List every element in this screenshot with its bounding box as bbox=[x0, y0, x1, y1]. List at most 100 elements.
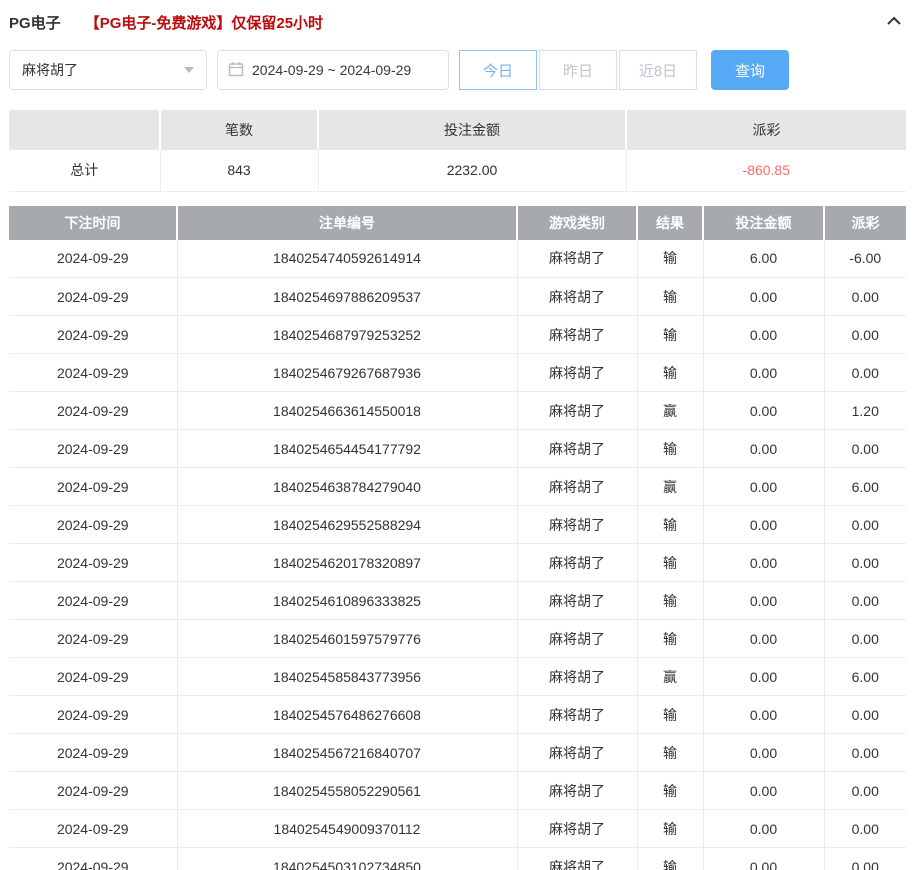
cell-bet-amount: 0.00 bbox=[703, 582, 824, 620]
col-header-bet-time: 下注时间 bbox=[9, 206, 177, 240]
cell-bet-time: 2024-09-29 bbox=[9, 696, 177, 734]
cell-bet-time: 2024-09-29 bbox=[9, 354, 177, 392]
cell-bet-amount: 0.00 bbox=[703, 316, 824, 354]
cell-bet-amount: 0.00 bbox=[703, 810, 824, 848]
summary-count-value: 843 bbox=[160, 150, 318, 191]
summary-header-blank bbox=[9, 110, 160, 150]
cell-payout: 0.00 bbox=[824, 620, 906, 658]
cell-result: 输 bbox=[637, 544, 703, 582]
table-row: 2024-09-291840254697886209537麻将胡了输0.000.… bbox=[9, 278, 906, 316]
table-row: 2024-09-291840254567216840707麻将胡了输0.000.… bbox=[9, 734, 906, 772]
cell-payout: 0.00 bbox=[824, 354, 906, 392]
cell-bet-time: 2024-09-29 bbox=[9, 734, 177, 772]
cell-bet-amount: 0.00 bbox=[703, 620, 824, 658]
cell-order-id: 1840254687979253252 bbox=[177, 316, 517, 354]
cell-bet-time: 2024-09-29 bbox=[9, 620, 177, 658]
cell-bet-time: 2024-09-29 bbox=[9, 848, 177, 870]
cell-result: 输 bbox=[637, 354, 703, 392]
cell-game-type: 麻将胡了 bbox=[517, 468, 637, 506]
cell-bet-time: 2024-09-29 bbox=[9, 544, 177, 582]
cell-bet-amount: 0.00 bbox=[703, 848, 824, 870]
search-button[interactable]: 查询 bbox=[711, 50, 789, 90]
cell-bet-amount: 0.00 bbox=[703, 278, 824, 316]
cell-order-id: 1840254610896333825 bbox=[177, 582, 517, 620]
summary-payout-value: -860.85 bbox=[626, 150, 906, 191]
table-row: 2024-09-291840254601597579776麻将胡了输0.000.… bbox=[9, 620, 906, 658]
cell-order-id: 1840254585843773956 bbox=[177, 658, 517, 696]
cell-game-type: 麻将胡了 bbox=[517, 696, 637, 734]
cell-game-type: 麻将胡了 bbox=[517, 544, 637, 582]
date-range-picker[interactable]: 2024-09-29 ~ 2024-09-29 bbox=[217, 50, 449, 90]
cell-result: 输 bbox=[637, 848, 703, 870]
cell-bet-amount: 6.00 bbox=[703, 240, 824, 278]
col-header-payout: 派彩 bbox=[824, 206, 906, 240]
cell-order-id: 1840254638784279040 bbox=[177, 468, 517, 506]
cell-bet-time: 2024-09-29 bbox=[9, 316, 177, 354]
cell-game-type: 麻将胡了 bbox=[517, 734, 637, 772]
cell-order-id: 1840254740592614914 bbox=[177, 240, 517, 278]
cell-bet-time: 2024-09-29 bbox=[9, 392, 177, 430]
table-row: 2024-09-291840254549009370112麻将胡了输0.000.… bbox=[9, 810, 906, 848]
page-header: PG电子 【PG电子-免费游戏】仅保留25小时 bbox=[9, 0, 906, 44]
cell-result: 输 bbox=[637, 734, 703, 772]
quick-btn-last8days[interactable]: 近8日 bbox=[619, 50, 697, 90]
cell-game-type: 麻将胡了 bbox=[517, 240, 637, 278]
table-header-row: 下注时间 注单编号 游戏类别 结果 投注金额 派彩 bbox=[9, 206, 906, 240]
game-select[interactable]: 麻将胡了 bbox=[9, 50, 207, 90]
cell-payout: 0.00 bbox=[824, 316, 906, 354]
cell-bet-amount: 0.00 bbox=[703, 696, 824, 734]
cell-bet-time: 2024-09-29 bbox=[9, 278, 177, 316]
page-notice: 【PG电子-免费游戏】仅保留25小时 bbox=[85, 12, 323, 33]
cell-payout: 0.00 bbox=[824, 696, 906, 734]
cell-game-type: 麻将胡了 bbox=[517, 658, 637, 696]
cell-result: 输 bbox=[637, 430, 703, 468]
summary-header-row: 笔数 投注金额 派彩 bbox=[9, 110, 906, 150]
col-header-order-id: 注单编号 bbox=[177, 206, 517, 240]
cell-bet-amount: 0.00 bbox=[703, 468, 824, 506]
cell-order-id: 1840254679267687936 bbox=[177, 354, 517, 392]
cell-order-id: 1840254629552588294 bbox=[177, 506, 517, 544]
cell-game-type: 麻将胡了 bbox=[517, 582, 637, 620]
table-body: 2024-09-291840254740592614914麻将胡了输6.00-6… bbox=[9, 240, 906, 870]
cell-order-id: 1840254601597579776 bbox=[177, 620, 517, 658]
cell-order-id: 1840254620178320897 bbox=[177, 544, 517, 582]
cell-order-id: 1840254654454177792 bbox=[177, 430, 517, 468]
collapse-panel-button[interactable] bbox=[882, 10, 906, 34]
cell-result: 输 bbox=[637, 772, 703, 810]
cell-bet-time: 2024-09-29 bbox=[9, 430, 177, 468]
quick-btn-today[interactable]: 今日 bbox=[459, 50, 537, 90]
cell-payout: 0.00 bbox=[824, 430, 906, 468]
cell-result: 输 bbox=[637, 620, 703, 658]
cell-order-id: 1840254567216840707 bbox=[177, 734, 517, 772]
cell-order-id: 1840254576486276608 bbox=[177, 696, 517, 734]
quick-btn-yesterday[interactable]: 昨日 bbox=[539, 50, 617, 90]
cell-payout: 6.00 bbox=[824, 468, 906, 506]
summary-header-payout: 派彩 bbox=[626, 110, 906, 150]
cell-game-type: 麻将胡了 bbox=[517, 506, 637, 544]
cell-result: 赢 bbox=[637, 658, 703, 696]
col-header-game-type: 游戏类别 bbox=[517, 206, 637, 240]
cell-bet-amount: 0.00 bbox=[703, 354, 824, 392]
summary-total-label: 总计 bbox=[9, 150, 160, 191]
table-row: 2024-09-291840254503102734850麻将胡了输0.000.… bbox=[9, 848, 906, 870]
cell-payout: 0.00 bbox=[824, 278, 906, 316]
chevron-down-icon bbox=[184, 67, 194, 73]
table-row: 2024-09-291840254576486276608麻将胡了输0.000.… bbox=[9, 696, 906, 734]
table-row: 2024-09-291840254679267687936麻将胡了输0.000.… bbox=[9, 354, 906, 392]
table-row: 2024-09-291840254558052290561麻将胡了输0.000.… bbox=[9, 772, 906, 810]
cell-game-type: 麻将胡了 bbox=[517, 772, 637, 810]
cell-payout: 0.00 bbox=[824, 772, 906, 810]
filter-bar: 麻将胡了 2024-09-29 ~ 2024-09-29 今日 昨日 近8日 查… bbox=[9, 50, 906, 90]
cell-payout: 1.20 bbox=[824, 392, 906, 430]
page-title: PG电子 bbox=[9, 12, 61, 33]
cell-result: 输 bbox=[637, 506, 703, 544]
cell-bet-time: 2024-09-29 bbox=[9, 810, 177, 848]
cell-result: 输 bbox=[637, 240, 703, 278]
cell-bet-time: 2024-09-29 bbox=[9, 582, 177, 620]
cell-order-id: 1840254697886209537 bbox=[177, 278, 517, 316]
cell-game-type: 麻将胡了 bbox=[517, 316, 637, 354]
cell-order-id: 1840254503102734850 bbox=[177, 848, 517, 870]
summary-header-count: 笔数 bbox=[160, 110, 318, 150]
summary-total-row: 总计 843 2232.00 -860.85 bbox=[9, 150, 906, 191]
cell-bet-time: 2024-09-29 bbox=[9, 506, 177, 544]
